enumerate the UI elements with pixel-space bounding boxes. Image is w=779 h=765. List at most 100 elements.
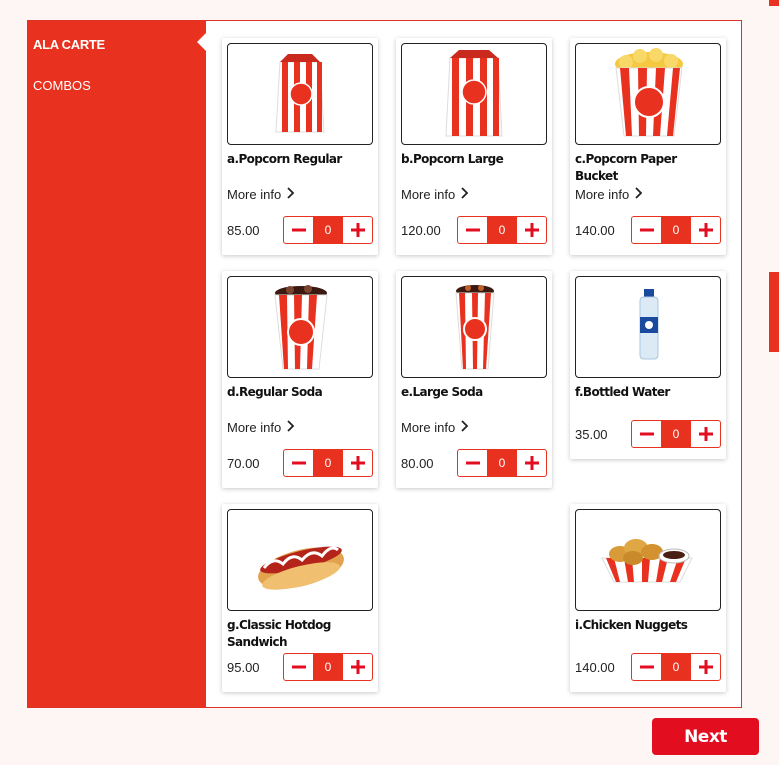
product-card: a.Popcorn Regular More info 85.00 0	[222, 38, 378, 255]
product-card: g.Classic Hotdog Sandwich 95.00 0	[222, 504, 378, 692]
increment-button[interactable]	[517, 217, 546, 243]
more-info-link[interactable]: More info	[401, 420, 469, 435]
more-info-label: More info	[227, 187, 282, 202]
quantity-stepper: 0	[631, 216, 721, 244]
quantity-value[interactable]: 0	[487, 450, 517, 476]
plus-icon	[698, 223, 713, 237]
more-info-link[interactable]: More info	[401, 187, 469, 202]
quantity-stepper: 0	[457, 216, 547, 244]
product-card: i.Chicken Nuggets 140.00 0	[570, 504, 726, 692]
more-info-label: More info	[401, 420, 456, 435]
plus-icon	[350, 223, 365, 237]
product-price: 140.00	[575, 223, 615, 238]
product-card: b.Popcorn Large More info 120.00 0	[396, 38, 552, 255]
product-name: e.Large Soda	[401, 385, 483, 399]
plus-icon	[698, 427, 713, 441]
category-combos[interactable]: COMBOS	[33, 78, 91, 93]
quantity-value[interactable]: 0	[661, 421, 691, 447]
product-price: 70.00	[227, 456, 260, 471]
minus-icon	[639, 228, 654, 232]
product-name: f.Bottled Water	[575, 385, 670, 399]
product-name: b.Popcorn Large	[401, 152, 504, 166]
product-name: a.Popcorn Regular	[227, 152, 342, 166]
quantity-value[interactable]: 0	[487, 217, 517, 243]
quantity-value[interactable]: 0	[661, 654, 691, 680]
soda-cup-icon[interactable]	[401, 276, 547, 378]
product-name: d.Regular Soda	[227, 385, 323, 399]
more-info-label: More info	[575, 187, 630, 202]
menu-panel: ALA CARTE COMBOS a.Popcorn Regular More …	[27, 20, 742, 708]
quantity-value[interactable]: 0	[661, 217, 691, 243]
more-info-link[interactable]: More info	[227, 420, 295, 435]
popcorn-bag-icon[interactable]	[227, 43, 373, 145]
increment-button[interactable]	[343, 217, 372, 243]
decrement-button[interactable]	[458, 450, 487, 476]
product-price: 85.00	[227, 223, 260, 238]
minus-icon	[465, 461, 480, 465]
quantity-stepper: 0	[283, 653, 373, 681]
decrement-button[interactable]	[458, 217, 487, 243]
increment-button[interactable]	[343, 654, 372, 680]
minus-icon	[465, 228, 480, 232]
increment-button[interactable]	[691, 421, 720, 447]
quantity-value[interactable]: 0	[313, 654, 343, 680]
product-card: e.Large Soda More info 80.00 0	[396, 271, 552, 488]
increment-button[interactable]	[343, 450, 372, 476]
plus-icon	[698, 660, 713, 674]
minus-icon	[639, 665, 654, 669]
quantity-stepper: 0	[631, 653, 721, 681]
category-sidebar: ALA CARTE COMBOS	[28, 21, 207, 707]
product-card: f.Bottled Water 35.00 0	[570, 271, 726, 459]
more-info-label: More info	[227, 420, 282, 435]
quantity-stepper: 0	[283, 216, 373, 244]
more-info-link[interactable]: More info	[227, 187, 295, 202]
product-name: g.Classic Hotdog Sandwich	[227, 618, 331, 649]
minus-icon	[291, 665, 306, 669]
plus-icon	[350, 660, 365, 674]
quantity-value[interactable]: 0	[313, 450, 343, 476]
minus-icon	[639, 432, 654, 436]
product-card: c.Popcorn Paper Bucket More info 140.00 …	[570, 38, 726, 255]
soda-cup-icon[interactable]	[227, 276, 373, 378]
increment-button[interactable]	[691, 654, 720, 680]
quantity-stepper: 0	[457, 449, 547, 477]
product-price: 140.00	[575, 660, 615, 675]
chevron-right-icon	[287, 187, 295, 202]
active-indicator	[197, 32, 207, 52]
product-card: d.Regular Soda More info 70.00 0	[222, 271, 378, 488]
quantity-stepper: 0	[283, 449, 373, 477]
category-ala-carte[interactable]: ALA CARTE	[33, 37, 105, 52]
product-price: 95.00	[227, 660, 260, 675]
chevron-right-icon	[461, 187, 469, 202]
increment-button[interactable]	[691, 217, 720, 243]
increment-button[interactable]	[517, 450, 546, 476]
chevron-right-icon	[461, 420, 469, 435]
side-tab[interactable]	[769, 272, 779, 352]
decrement-button[interactable]	[284, 450, 313, 476]
decrement-button[interactable]	[632, 421, 661, 447]
plus-icon	[524, 456, 539, 470]
plus-icon	[524, 223, 539, 237]
product-price: 80.00	[401, 456, 434, 471]
quantity-stepper: 0	[631, 420, 721, 448]
decrement-button[interactable]	[632, 217, 661, 243]
plus-icon	[350, 456, 365, 470]
decrement-button[interactable]	[284, 217, 313, 243]
edge-decoration	[769, 0, 779, 6]
more-info-label: More info	[401, 187, 456, 202]
popcorn-bag-icon[interactable]	[401, 43, 547, 145]
product-name: i.Chicken Nuggets	[575, 618, 688, 632]
next-button[interactable]: Next	[652, 718, 759, 755]
hotdog-icon[interactable]	[227, 509, 373, 611]
chevron-right-icon	[635, 187, 643, 202]
more-info-link[interactable]: More info	[575, 187, 643, 202]
chicken-nuggets-icon[interactable]	[575, 509, 721, 611]
product-price: 35.00	[575, 427, 608, 442]
decrement-button[interactable]	[632, 654, 661, 680]
decrement-button[interactable]	[284, 654, 313, 680]
popcorn-bucket-icon[interactable]	[575, 43, 721, 145]
quantity-value[interactable]: 0	[313, 217, 343, 243]
chevron-right-icon	[287, 420, 295, 435]
product-price: 120.00	[401, 223, 441, 238]
water-bottle-icon[interactable]	[575, 276, 721, 378]
